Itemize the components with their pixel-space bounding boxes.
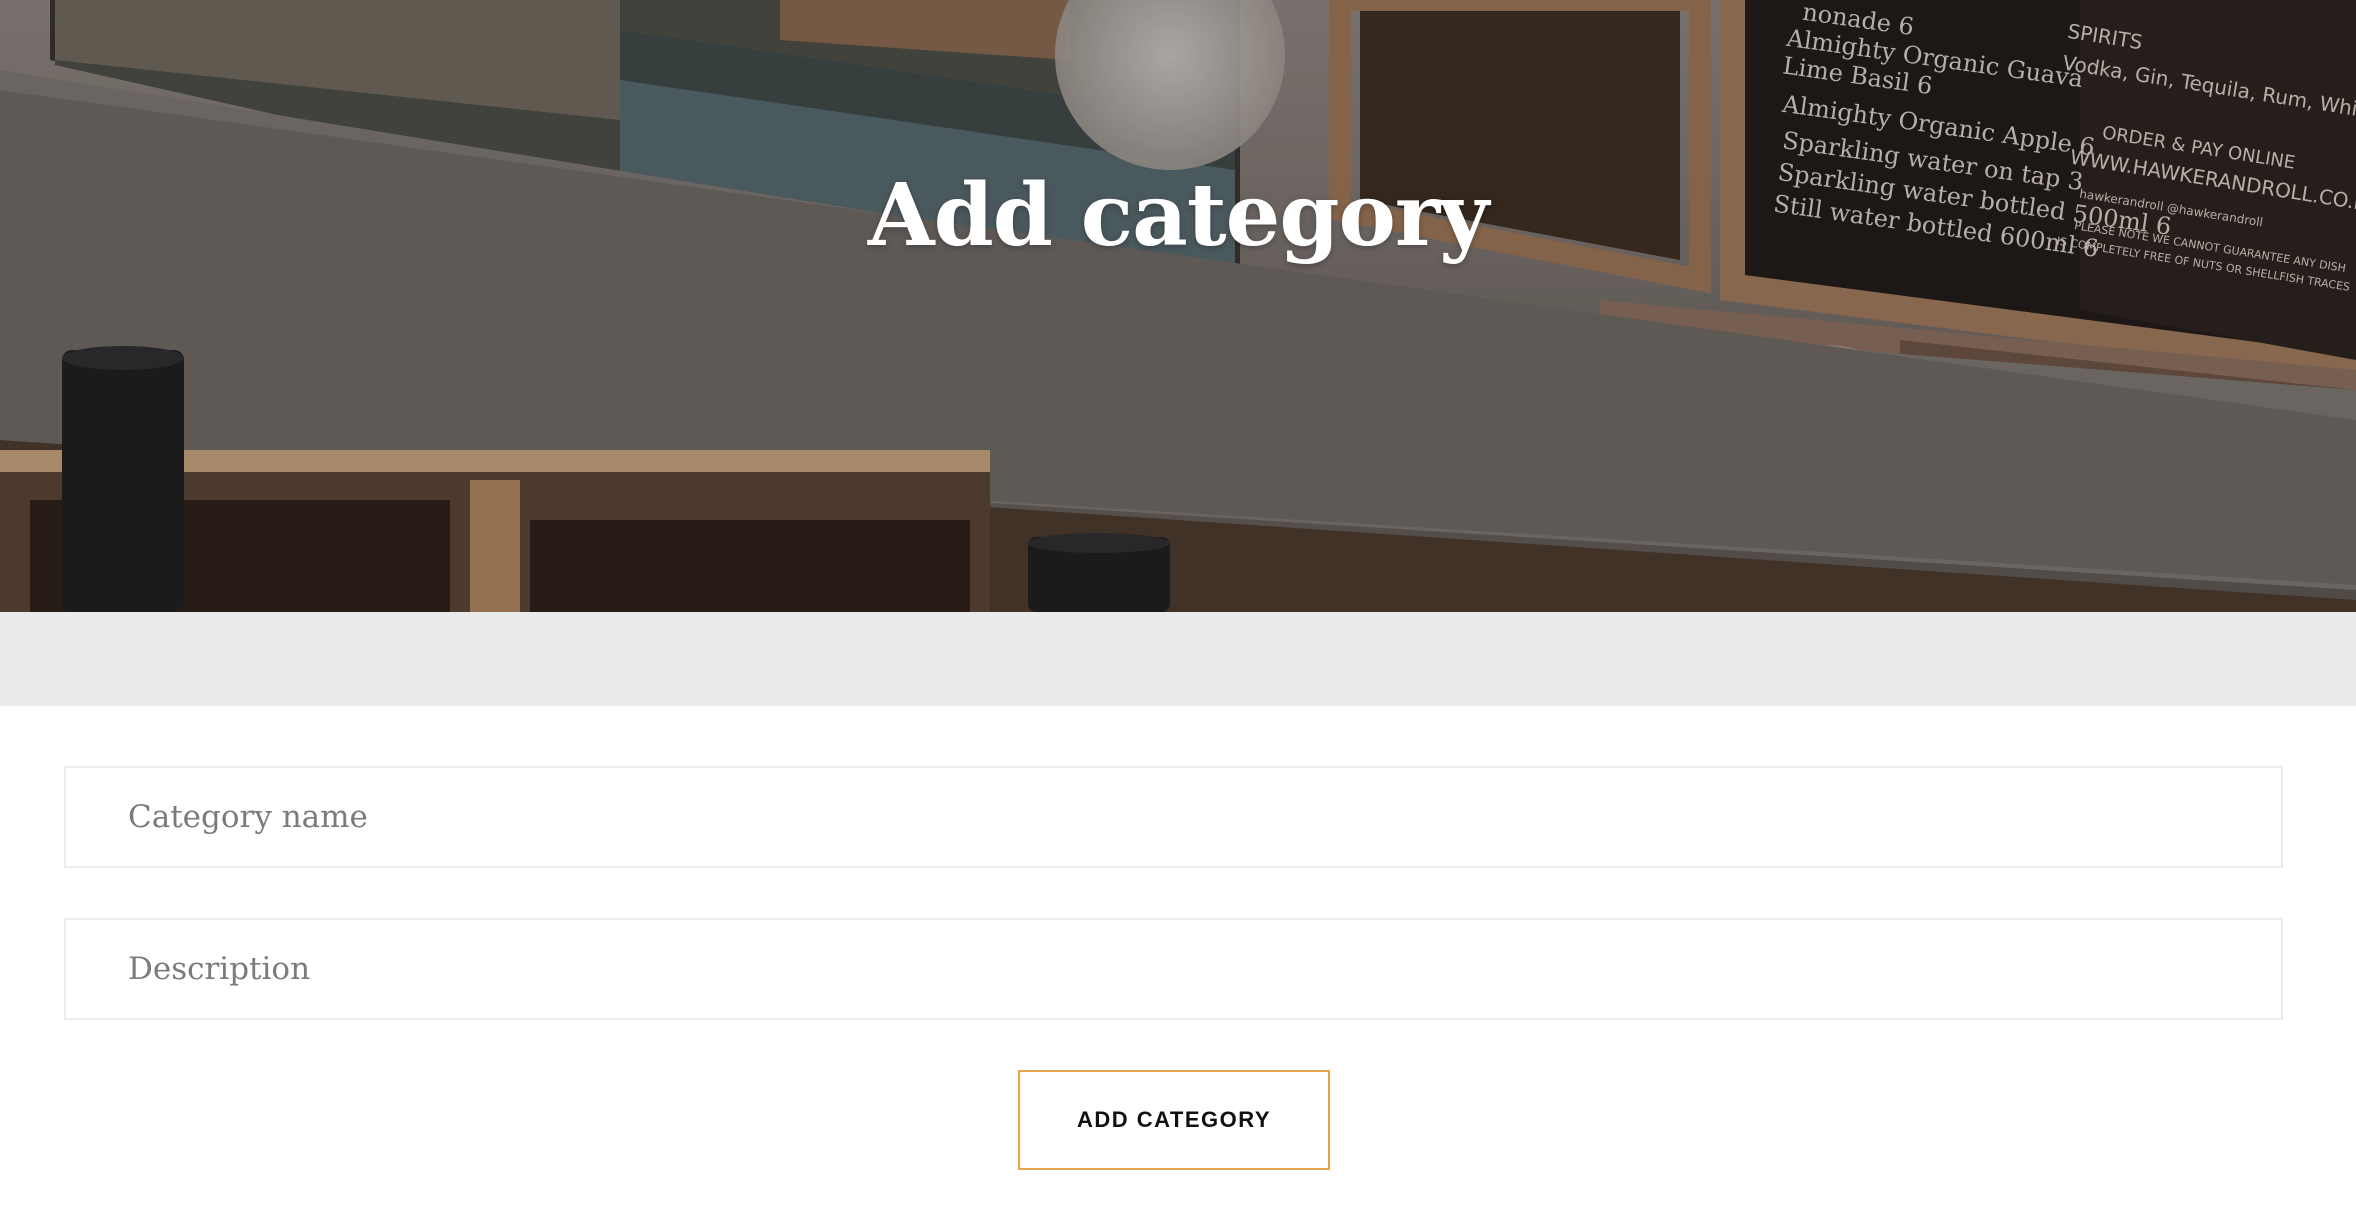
hero-overlay [0, 0, 2356, 612]
page-title: Add category [867, 165, 1489, 266]
category-name-input[interactable] [66, 768, 2281, 866]
section-divider-band [0, 612, 2356, 706]
add-category-button[interactable]: ADD CATEGORY [1018, 1070, 1330, 1170]
description-input[interactable] [66, 920, 2281, 1018]
description-field-wrapper [64, 918, 2283, 1020]
hero-banner: nonade 6 Almighty Organic Guava Lime Bas… [0, 0, 2356, 612]
category-name-field-wrapper [64, 766, 2283, 868]
